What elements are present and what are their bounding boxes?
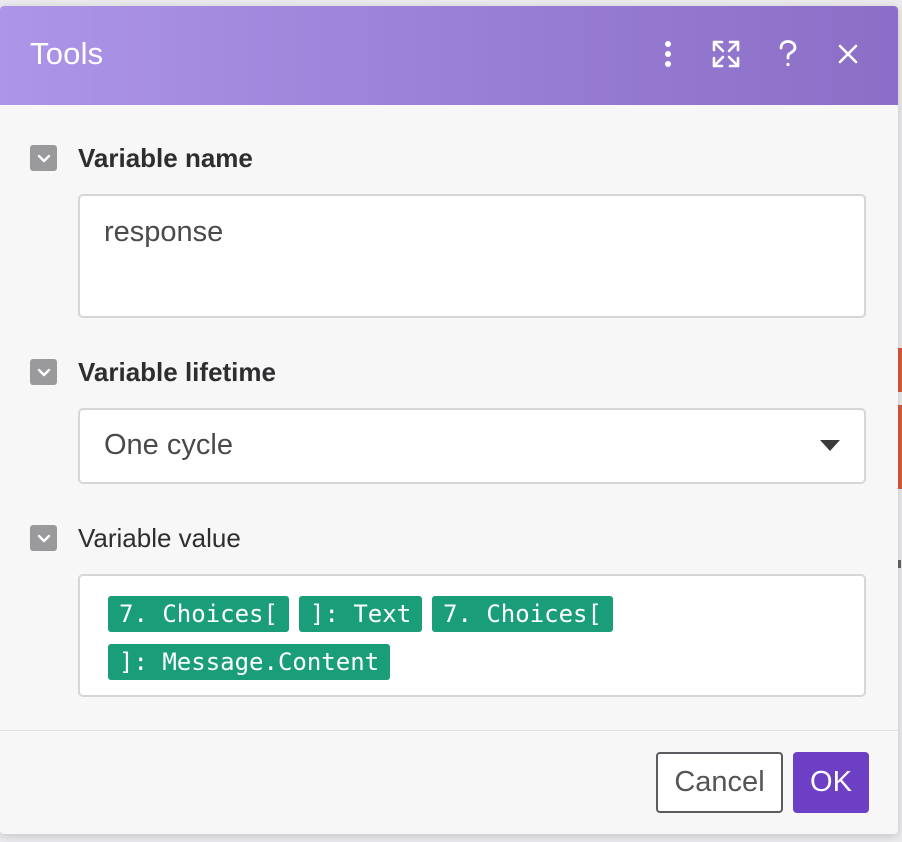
dialog-header: Tools	[0, 6, 898, 105]
ok-button[interactable]: OK	[793, 752, 869, 813]
chevron-down-icon	[37, 534, 50, 542]
mapping-token[interactable]: 7. Choices[	[108, 596, 289, 632]
mapping-token[interactable]: ]: Text	[299, 596, 423, 632]
help-icon	[779, 40, 797, 67]
variable-name-label: Variable name	[78, 143, 253, 173]
variable-lifetime-collapse-toggle[interactable]	[30, 359, 57, 385]
variable-value-input[interactable]: 7. Choices[ ]: Text 7. Choices[ ]: Messa…	[78, 574, 866, 697]
footer-divider	[0, 730, 898, 731]
variable-name-value: response	[104, 216, 224, 248]
variable-value-label: Variable value	[78, 523, 241, 553]
more-vertical-icon	[665, 41, 671, 67]
variable-lifetime-select[interactable]: One cycle	[78, 408, 866, 484]
close-button[interactable]	[830, 36, 866, 72]
background-edge-dot	[898, 560, 901, 568]
tools-dialog: Tools Variable name response Variable li…	[0, 6, 898, 834]
caret-down-icon	[820, 440, 840, 451]
dialog-title: Tools	[30, 36, 104, 71]
close-icon	[838, 44, 858, 64]
chevron-down-icon	[37, 154, 50, 162]
mapping-token[interactable]: 7. Choices[	[432, 596, 613, 632]
expand-button[interactable]	[708, 36, 744, 72]
help-button[interactable]	[770, 36, 806, 72]
variable-lifetime-label: Variable lifetime	[78, 357, 276, 387]
cancel-button[interactable]: Cancel	[656, 752, 783, 813]
variable-value-collapse-toggle[interactable]	[30, 525, 57, 551]
chevron-down-icon	[37, 368, 50, 376]
variable-name-input[interactable]: response	[78, 194, 866, 318]
mapping-token[interactable]: ]: Message.Content	[108, 644, 391, 680]
expand-icon	[712, 40, 740, 68]
variable-lifetime-value: One cycle	[104, 429, 233, 461]
variable-name-collapse-toggle[interactable]	[30, 145, 57, 171]
more-options-button[interactable]	[650, 36, 686, 72]
